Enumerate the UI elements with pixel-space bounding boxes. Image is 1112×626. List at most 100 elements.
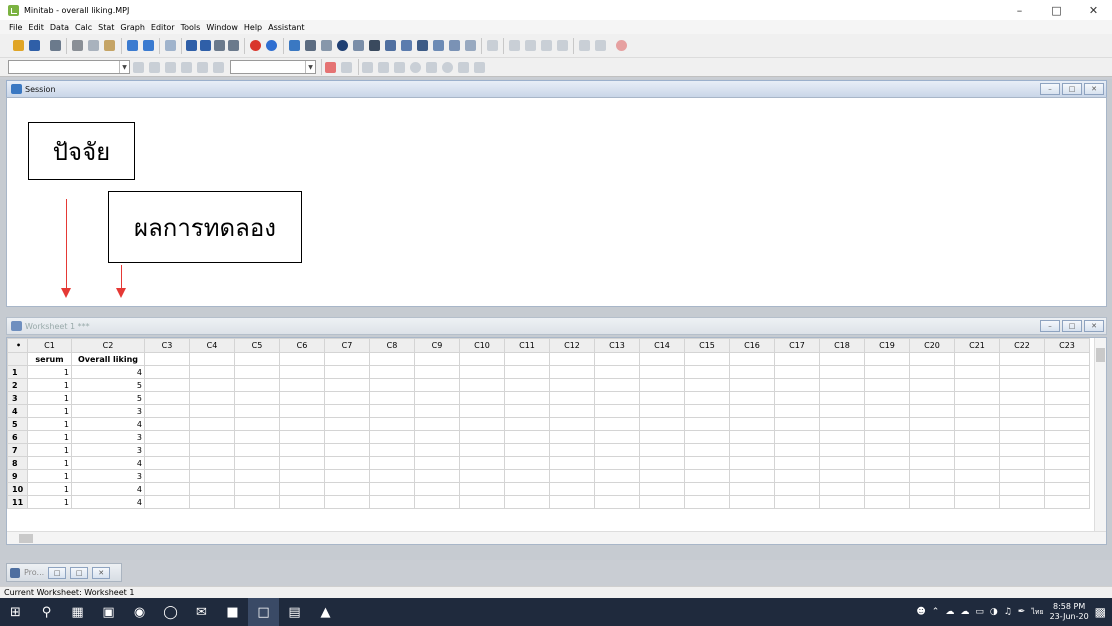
row-header[interactable]: 8	[7, 456, 28, 470]
data-cell[interactable]	[504, 365, 550, 379]
select-tool-icon[interactable]	[149, 62, 160, 73]
data-cell[interactable]	[459, 443, 505, 457]
data-cell[interactable]	[459, 495, 505, 509]
column-header[interactable]: C20	[909, 338, 955, 353]
word-icon[interactable]: ■	[217, 598, 248, 626]
data-cell[interactable]	[594, 391, 640, 405]
menu-data[interactable]: Data	[47, 23, 72, 32]
row-header[interactable]: 11	[7, 495, 28, 509]
data-cell[interactable]	[1044, 482, 1090, 496]
data-cell[interactable]	[729, 417, 775, 431]
data-cell[interactable]: 3	[71, 404, 145, 418]
data-cell[interactable]	[594, 430, 640, 444]
data-cell[interactable]	[639, 404, 685, 418]
column-header[interactable]: C12	[549, 338, 595, 353]
row-header[interactable]: 6	[7, 430, 28, 444]
data-cell[interactable]	[639, 365, 685, 379]
data-cell[interactable]	[819, 391, 865, 405]
data-cell[interactable]	[909, 404, 955, 418]
data-cell[interactable]	[684, 469, 730, 483]
data-cell[interactable]	[369, 378, 415, 392]
data-cell[interactable]	[459, 391, 505, 405]
menu-editor[interactable]: Editor	[148, 23, 178, 32]
worksheet-minimize-button[interactable]: –	[1040, 320, 1060, 332]
paste-icon[interactable]	[104, 40, 115, 51]
menu-graph[interactable]: Graph	[117, 23, 148, 32]
data-cell[interactable]	[324, 443, 370, 457]
data-cell[interactable]	[504, 443, 550, 457]
data-cell[interactable]	[774, 417, 820, 431]
column-name-cell[interactable]	[774, 352, 820, 366]
column-name-cell[interactable]	[279, 352, 325, 366]
data-cell[interactable]	[864, 378, 910, 392]
menu-calc[interactable]: Calc	[72, 23, 95, 32]
data-cell[interactable]	[684, 404, 730, 418]
ellipse-tool-icon[interactable]	[410, 62, 421, 73]
pen-icon[interactable]: ✒	[1018, 607, 1026, 617]
data-cell[interactable]: 4	[71, 482, 145, 496]
data-cell[interactable]	[594, 469, 640, 483]
data-cell[interactable]	[1044, 456, 1090, 470]
data-cell[interactable]	[1044, 417, 1090, 431]
column-header[interactable]: C8	[369, 338, 415, 353]
arrow-up-icon[interactable]	[186, 40, 197, 51]
data-cell[interactable]	[144, 404, 190, 418]
brush-icon[interactable]	[579, 40, 590, 51]
data-cell[interactable]	[954, 417, 1000, 431]
data-cell[interactable]	[144, 378, 190, 392]
data-cell[interactable]	[729, 443, 775, 457]
data-cell[interactable]	[774, 495, 820, 509]
data-cell[interactable]	[729, 495, 775, 509]
data-cell[interactable]	[594, 482, 640, 496]
column-header[interactable]: C14	[639, 338, 685, 353]
data-cell[interactable]	[189, 482, 235, 496]
close-button[interactable]: ✕	[1075, 0, 1112, 20]
data-cell[interactable]	[414, 456, 460, 470]
data-cell[interactable]	[819, 430, 865, 444]
data-cell[interactable]	[864, 482, 910, 496]
dot-tool-icon[interactable]	[442, 62, 453, 73]
data-cell[interactable]	[909, 378, 955, 392]
table-icon[interactable]	[433, 40, 444, 51]
data-cell[interactable]	[144, 391, 190, 405]
arrow-down-icon[interactable]	[200, 40, 211, 51]
data-cell[interactable]	[549, 469, 595, 483]
data-cell[interactable]	[504, 456, 550, 470]
data-cell[interactable]	[549, 365, 595, 379]
column-name-cell[interactable]	[864, 352, 910, 366]
select-all-corner[interactable]: •	[7, 338, 28, 353]
data-cell[interactable]	[189, 430, 235, 444]
data-cell[interactable]	[684, 430, 730, 444]
data-cell[interactable]	[684, 456, 730, 470]
data-cell[interactable]: 4	[71, 417, 145, 431]
data-cell[interactable]	[729, 482, 775, 496]
flag-tool-icon[interactable]	[197, 62, 208, 73]
session-window-icon[interactable]	[289, 40, 300, 51]
column-header[interactable]: C17	[774, 338, 820, 353]
data-cell[interactable]	[594, 456, 640, 470]
data-cell[interactable]	[549, 404, 595, 418]
data-cell[interactable]	[864, 365, 910, 379]
constants-icon[interactable]	[465, 40, 476, 51]
data-cell[interactable]	[459, 365, 505, 379]
wifi-icon[interactable]: ◑	[990, 607, 998, 617]
data-cell[interactable]	[819, 456, 865, 470]
notifications-icon[interactable]: ▩	[1095, 605, 1106, 619]
data-cell[interactable]	[504, 378, 550, 392]
column-name-cell[interactable]	[189, 352, 235, 366]
column-name-cell[interactable]	[459, 352, 505, 366]
data-cell[interactable]	[369, 482, 415, 496]
data-cell[interactable]: 4	[71, 456, 145, 470]
mail-icon[interactable]: ✉	[186, 598, 217, 626]
data-cell[interactable]	[189, 404, 235, 418]
data-cell[interactable]	[414, 378, 460, 392]
data-cell[interactable]	[234, 495, 280, 509]
data-cell[interactable]	[234, 404, 280, 418]
column-header[interactable]: C23	[1044, 338, 1090, 353]
data-cell[interactable]	[639, 430, 685, 444]
function-icon[interactable]	[487, 40, 498, 51]
data-cell[interactable]	[1044, 365, 1090, 379]
column-header[interactable]: C22	[999, 338, 1045, 353]
data-cell[interactable]	[369, 404, 415, 418]
column-header[interactable]: C11	[504, 338, 550, 353]
